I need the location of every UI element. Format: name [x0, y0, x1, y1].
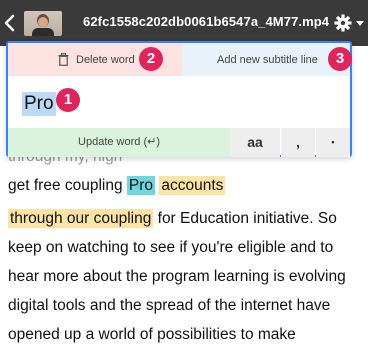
toggle-case-button[interactable]: aa: [230, 128, 280, 157]
selected-word[interactable]: Pro: [126, 176, 156, 195]
file-name: 62fc1558c202db0061b6547a_4M77.mp4: [83, 14, 330, 29]
add-subtitle-line-label: Add new subtitle line: [217, 54, 318, 66]
add-subtitle-line-button[interactable]: Add new subtitle line: [182, 43, 350, 76]
delete-word-label: Delete word: [76, 54, 135, 66]
transcript-line: keep on watching to see if you're eligib…: [8, 239, 334, 256]
highlighted-phrase[interactable]: through our coupling: [8, 209, 154, 228]
transcript-line: get free coupling Pro accounts: [8, 171, 360, 200]
update-word-button[interactable]: Update word (↵): [8, 128, 230, 157]
step-badge-2: 2: [139, 47, 163, 71]
transcript: through my, high get free coupling Pro a…: [8, 142, 360, 349]
word-input[interactable]: Pro: [22, 92, 56, 116]
step-badge-1: 1: [56, 88, 80, 112]
gear-icon[interactable]: [334, 14, 366, 32]
popup-footer: Update word (↵) aa , •: [8, 128, 350, 157]
highlighted-phrase[interactable]: accounts: [159, 176, 226, 195]
popup-actions: Delete word Add new subtitle line: [8, 43, 350, 76]
step-badge-3: 3: [328, 47, 352, 71]
transcript-text: get free coupling: [8, 177, 127, 194]
transcript-text: for Education initiative. So: [153, 210, 337, 227]
top-bar: 62fc1558c202db0061b6547a_4M77.mp4: [0, 0, 368, 46]
insert-comma-button[interactable]: ,: [281, 128, 315, 157]
trash-icon: [58, 53, 69, 66]
transcript-line: digital tools and the spread of the inte…: [8, 297, 331, 314]
transcript-line: through our coupling for Education initi…: [8, 204, 360, 233]
transcript-line: opened up a world of possibilities to ma…: [8, 326, 296, 343]
transcript-line: hear more about the program learning is …: [8, 268, 346, 285]
caret-down-icon: [356, 21, 364, 26]
video-thumbnail[interactable]: [24, 11, 62, 36]
chevron-left-icon[interactable]: [3, 14, 17, 32]
insert-period-button[interactable]: •: [316, 128, 350, 157]
